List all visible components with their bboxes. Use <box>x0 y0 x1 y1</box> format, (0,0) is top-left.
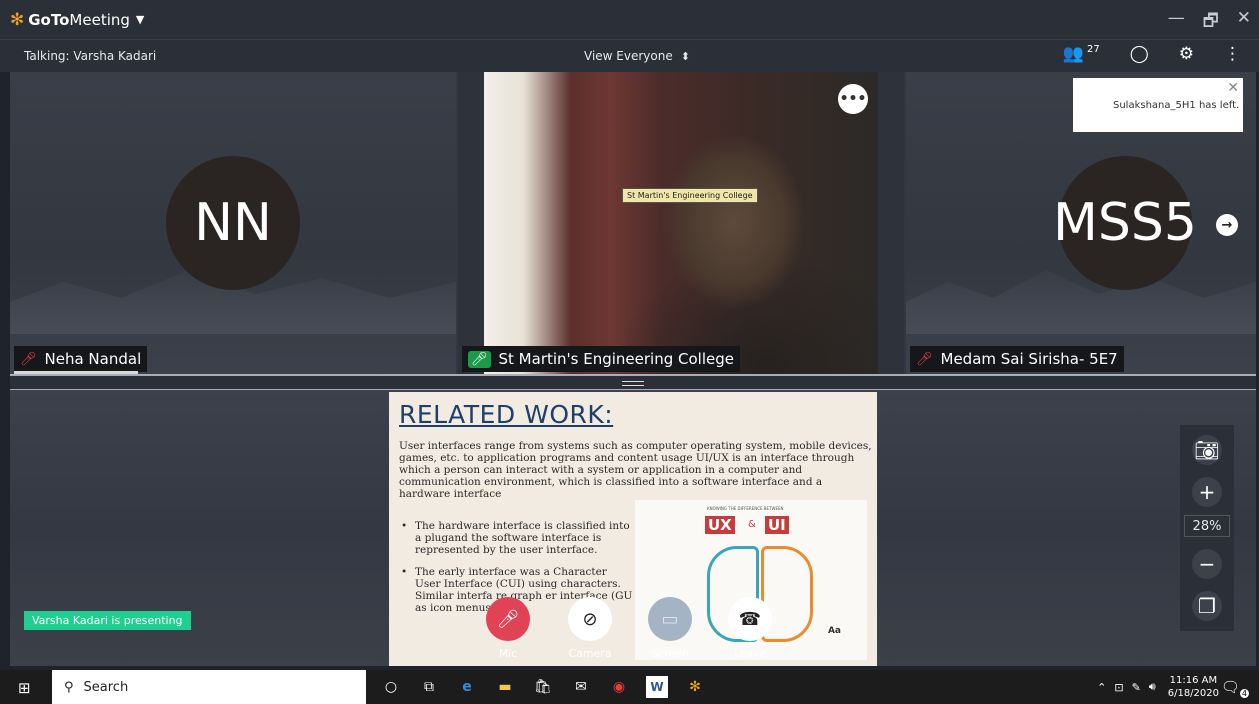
participant-nametag: 🎤︎ Neha Nandal <box>14 346 148 372</box>
presenting-badge: Varsha Kadari is presenting <box>24 611 191 630</box>
participant-nametag: 🎤︎ St Martin's Engineering College <box>462 346 740 372</box>
meeting-controls: 🎤︎ Mic ⊘ Camera ▭ Screen ☎ Leave <box>480 597 780 665</box>
attendees-button[interactable]: 👥 27 <box>1063 44 1100 64</box>
view-selector-label: View Everyone <box>584 49 673 63</box>
gotomeeting-window: ✻ GoTo Meeting ▼ — 🗗 ✕ Talking: Varsha Ka… <box>0 0 1259 704</box>
leave-label: Leave <box>733 647 767 660</box>
more-vertical-icon[interactable]: ⋮ <box>1224 44 1241 64</box>
word-icon[interactable]: W <box>646 676 668 698</box>
screen-button[interactable]: ▭ Screen <box>640 597 700 660</box>
mic-muted-icon: 🎤︎ <box>20 351 37 367</box>
view-selector[interactable]: View Everyone ⬍ <box>584 49 690 63</box>
up-down-chevron-icon: ⬍ <box>680 50 690 63</box>
close-icon[interactable]: ✕ <box>1227 80 1239 96</box>
amp-label: & <box>748 519 756 530</box>
slide-title: RELATED WORK: <box>399 400 614 429</box>
ux-label: UX <box>705 516 735 534</box>
mic-button[interactable]: 🎤︎ Mic <box>478 597 538 660</box>
zoom-in-icon[interactable]: + <box>1192 477 1222 507</box>
gotomeeting-logo-icon: ✻ <box>10 9 25 30</box>
action-center-icon[interactable]: 🗨 4 <box>1221 678 1249 698</box>
panel-splitter[interactable] <box>10 374 1256 390</box>
mic-active-icon: 🎤︎ <box>468 350 491 368</box>
caret-down-icon: ▼ <box>135 13 145 26</box>
volume-icon[interactable]: 🔊︎ <box>1149 680 1156 694</box>
file-explorer-icon[interactable]: ▬ <box>494 676 516 698</box>
notification-text: Sulakshana_5H1 has left. <box>1113 99 1240 111</box>
talking-indicator: Talking: Varsha Kadari <box>24 49 157 63</box>
store-icon[interactable]: 🛍︎ <box>532 676 554 698</box>
video-watermark-label: St Martin's Engineering College <box>622 188 758 203</box>
mic-off-icon: 🎤︎ <box>486 597 530 641</box>
gotomeeting-taskbar-icon[interactable]: ✻ <box>684 676 706 698</box>
app-name-bold: GoTo <box>28 10 70 29</box>
toolbar-icons: 👥 27 ◯ ⚙ ⋮ <box>1063 44 1241 64</box>
chat-bubble-icon[interactable]: ◯ <box>1130 44 1149 64</box>
camera-off-icon: ⊘ <box>568 597 612 641</box>
screenshot-camera-icon[interactable]: 📷︎ <box>1192 435 1222 465</box>
participant-name: Medam Sai Sirisha- 5E7 <box>940 350 1118 368</box>
mic-muted-icon: 🎤︎ <box>916 351 933 367</box>
participant-tile[interactable]: St Martin's Engineering College ••• 🎤︎ S… <box>458 72 904 374</box>
app-menu-button[interactable]: ✻ GoTo Meeting ▼ <box>10 10 144 30</box>
people-icon: 👥 <box>1062 44 1084 64</box>
camera-label: Camera <box>568 647 612 660</box>
notification-toast: Sulakshana_5H1 has left. ✕ <box>1073 78 1243 132</box>
image-header: KNOWING THE DIFFERENCE BETWEEN <box>707 506 784 511</box>
participant-nametag: 🎤︎ Medam Sai Sirisha- 5E7 <box>910 346 1124 372</box>
network-icon[interactable]: ⊡ <box>1114 681 1123 694</box>
screen-share-off-icon: ▭ <box>648 597 692 641</box>
mic-label: Mic <box>498 647 518 660</box>
window-controls: — 🗗 ✕ <box>1168 8 1251 37</box>
restore-button[interactable]: 🗗 <box>1203 8 1219 37</box>
hang-up-icon: ☎ <box>728 597 772 641</box>
participant-name: St Martin's Engineering College <box>498 350 734 368</box>
system-tray: ⌃ ⊡ ✎ 🔊︎ 11:16 AM 6/18/2020 <box>1097 670 1219 704</box>
screen-label: Screen <box>651 647 689 660</box>
more-options-icon[interactable]: ••• <box>838 84 868 114</box>
cortana-icon[interactable]: ○ <box>380 676 402 698</box>
ui-label: UI <box>765 516 789 534</box>
taskbar-search[interactable]: ⚲ Search <box>52 670 366 704</box>
clock-date: 6/18/2020 <box>1167 688 1219 699</box>
slide-bullet: The hardware interface is classified int… <box>399 520 635 556</box>
camera-button[interactable]: ⊘ Camera <box>560 597 620 660</box>
participant-name: Neha Nandal <box>44 350 142 368</box>
app-name-rest: Meeting <box>69 10 130 29</box>
search-placeholder: Search <box>83 679 129 695</box>
task-view-icon[interactable]: ⧉ <box>418 676 440 698</box>
windows-taskbar: ⊞ ⚲ Search ○ ⧉ e ▬ 🛍︎ ✉ ◉ W ✻ ⌃ ⊡ ✎ 🔊︎ 1… <box>0 670 1259 704</box>
zoom-out-icon[interactable]: − <box>1192 549 1222 579</box>
chrome-icon[interactable]: ◉ <box>608 676 630 698</box>
clock-time: 11:16 AM <box>1169 675 1218 686</box>
zoom-percent: 28% <box>1184 515 1230 537</box>
close-button[interactable]: ✕ <box>1237 8 1251 37</box>
tray-chevron-up-icon[interactable]: ⌃ <box>1097 681 1106 694</box>
drag-handle-icon[interactable] <box>622 381 644 386</box>
participant-tile[interactable]: NN 🎤︎ Neha Nandal <box>10 72 456 374</box>
participant-video: St Martin's Engineering College ••• <box>484 72 878 374</box>
next-page-arrow-icon[interactable]: → <box>1216 214 1238 236</box>
pen-icon[interactable]: ✎ <box>1132 681 1141 694</box>
typography-label: Aa <box>827 626 841 636</box>
notification-count: 4 <box>1239 689 1249 698</box>
taskbar-apps: ○ ⧉ e ▬ 🛍︎ ✉ ◉ W ✻ <box>380 670 706 704</box>
title-bar: ✻ GoTo Meeting ▼ — 🗗 ✕ <box>0 0 1259 40</box>
slide-paragraph: User interfaces range from systems such … <box>399 440 872 500</box>
participants-count: 27 <box>1086 44 1100 55</box>
copy-windows-icon[interactable]: ❐ <box>1192 591 1222 621</box>
zoom-controls: 📷︎ + 28% − ❐ <box>1180 425 1234 631</box>
search-icon: ⚲ <box>64 679 74 695</box>
settings-gear-icon[interactable]: ⚙ <box>1179 44 1194 64</box>
minimize-button[interactable]: — <box>1168 8 1185 37</box>
edge-icon[interactable]: e <box>456 676 478 698</box>
video-grid: NN 🎤︎ Neha Nandal St Martin's Engineerin… <box>10 72 1256 374</box>
avatar: NN <box>166 156 300 290</box>
clock[interactable]: 11:16 AM 6/18/2020 <box>1168 674 1219 700</box>
windows-start-icon[interactable]: ⊞ <box>18 679 31 697</box>
mail-icon[interactable]: ✉ <box>570 676 592 698</box>
leave-button[interactable]: ☎ Leave <box>720 597 780 660</box>
meeting-toolbar: Talking: Varsha Kadari View Everyone ⬍ 👥 2… <box>0 40 1259 72</box>
avatar: MSS5 <box>1053 156 1197 290</box>
